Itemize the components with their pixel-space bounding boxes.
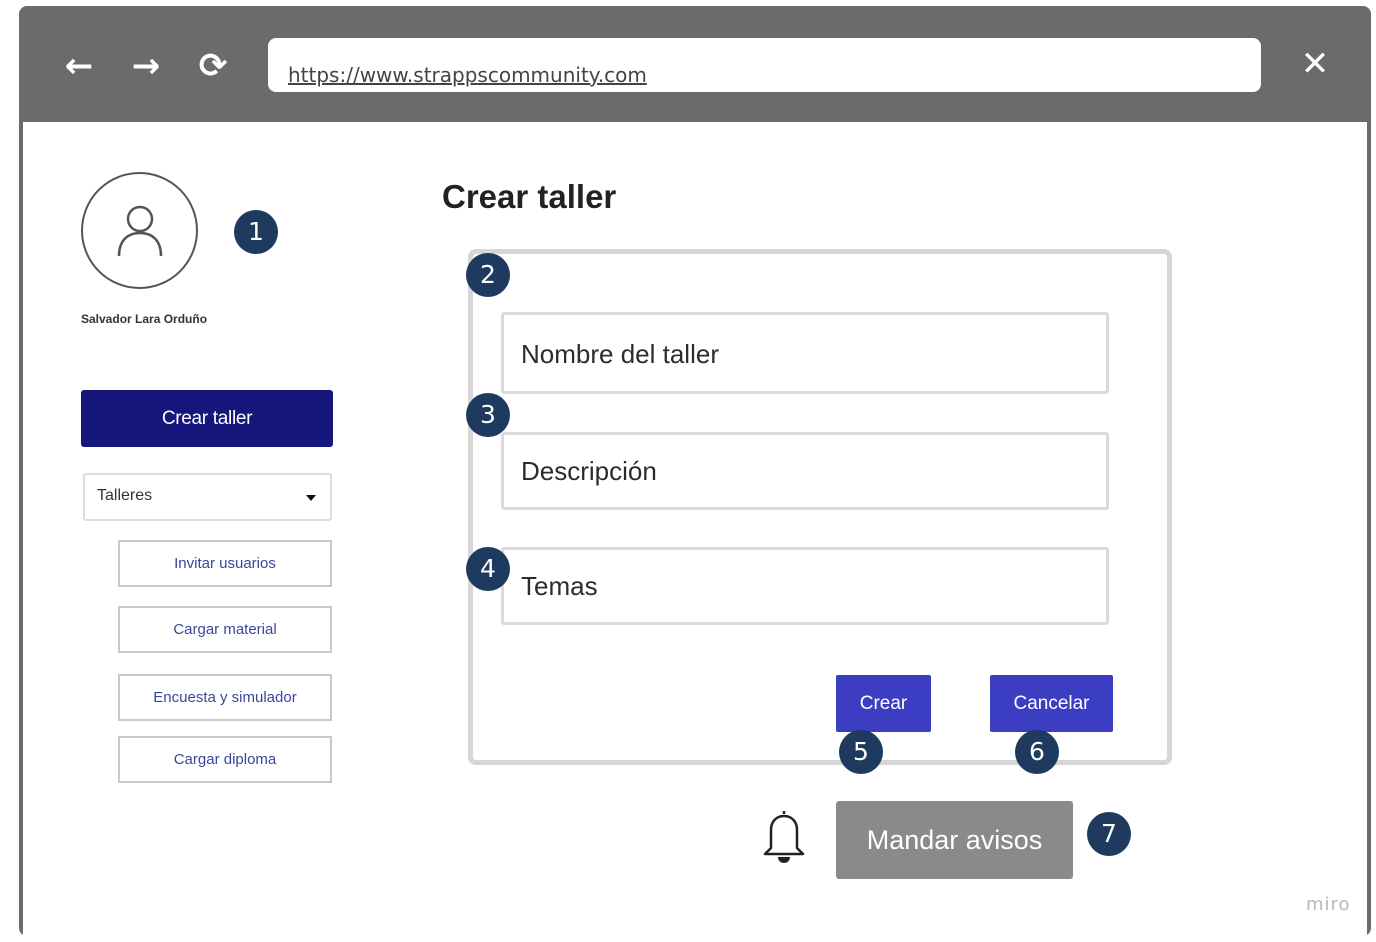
create-button[interactable]: Crear: [836, 675, 931, 732]
back-arrow-icon[interactable]: ←: [59, 46, 99, 86]
annotation-badge-4: 4: [466, 547, 510, 591]
close-icon[interactable]: ✕: [1297, 44, 1333, 84]
topics-field[interactable]: Temas: [501, 547, 1109, 625]
miro-watermark: miro: [1306, 894, 1351, 915]
workshop-name-field[interactable]: Nombre del taller: [501, 312, 1109, 394]
annotation-badge-7: 7: [1087, 812, 1131, 856]
survey-simulator-button[interactable]: Encuesta y simulador: [118, 674, 332, 721]
description-placeholder: Descripción: [521, 456, 657, 486]
bell-icon[interactable]: [757, 808, 811, 866]
browser-toolbar: ← → ⟳ https://www.strappscommunity.com ✕: [19, 6, 1371, 122]
address-bar[interactable]: https://www.strappscommunity.com: [268, 38, 1261, 92]
upload-material-button[interactable]: Cargar material: [118, 606, 332, 653]
description-field[interactable]: Descripción: [501, 432, 1109, 510]
reload-icon[interactable]: ⟳: [193, 46, 233, 86]
annotation-badge-5: 5: [839, 730, 883, 774]
workshop-name-placeholder: Nombre del taller: [521, 339, 719, 369]
dropdown-selected-value: Talleres: [97, 487, 153, 504]
upload-diploma-button[interactable]: Cargar diploma: [118, 736, 332, 783]
invite-users-button[interactable]: Invitar usuarios: [118, 540, 332, 587]
forward-arrow-icon[interactable]: →: [126, 46, 166, 86]
avatar[interactable]: [81, 172, 198, 289]
topics-placeholder: Temas: [521, 571, 598, 601]
annotation-badge-3: 3: [466, 393, 510, 437]
annotation-badge-1: 1: [234, 210, 278, 254]
cancel-button[interactable]: Cancelar: [990, 675, 1113, 732]
user-icon: [117, 205, 163, 257]
workshops-dropdown[interactable]: Talleres: [83, 473, 332, 521]
send-notices-button[interactable]: Mandar avisos: [836, 801, 1073, 879]
page-content: 1 Salvador Lara Orduño Crear taller Tall…: [23, 122, 1367, 942]
url-text[interactable]: https://www.strappscommunity.com: [288, 63, 647, 87]
annotation-badge-2: 2: [466, 253, 510, 297]
browser-window: ← → ⟳ https://www.strappscommunity.com ✕…: [19, 6, 1371, 942]
create-workshop-button[interactable]: Crear taller: [81, 390, 333, 447]
user-name: Salvador Lara Orduño: [81, 312, 208, 326]
annotation-badge-6: 6: [1015, 730, 1059, 774]
caret-down-icon: [306, 495, 316, 501]
page-title: Crear taller: [442, 178, 617, 215]
